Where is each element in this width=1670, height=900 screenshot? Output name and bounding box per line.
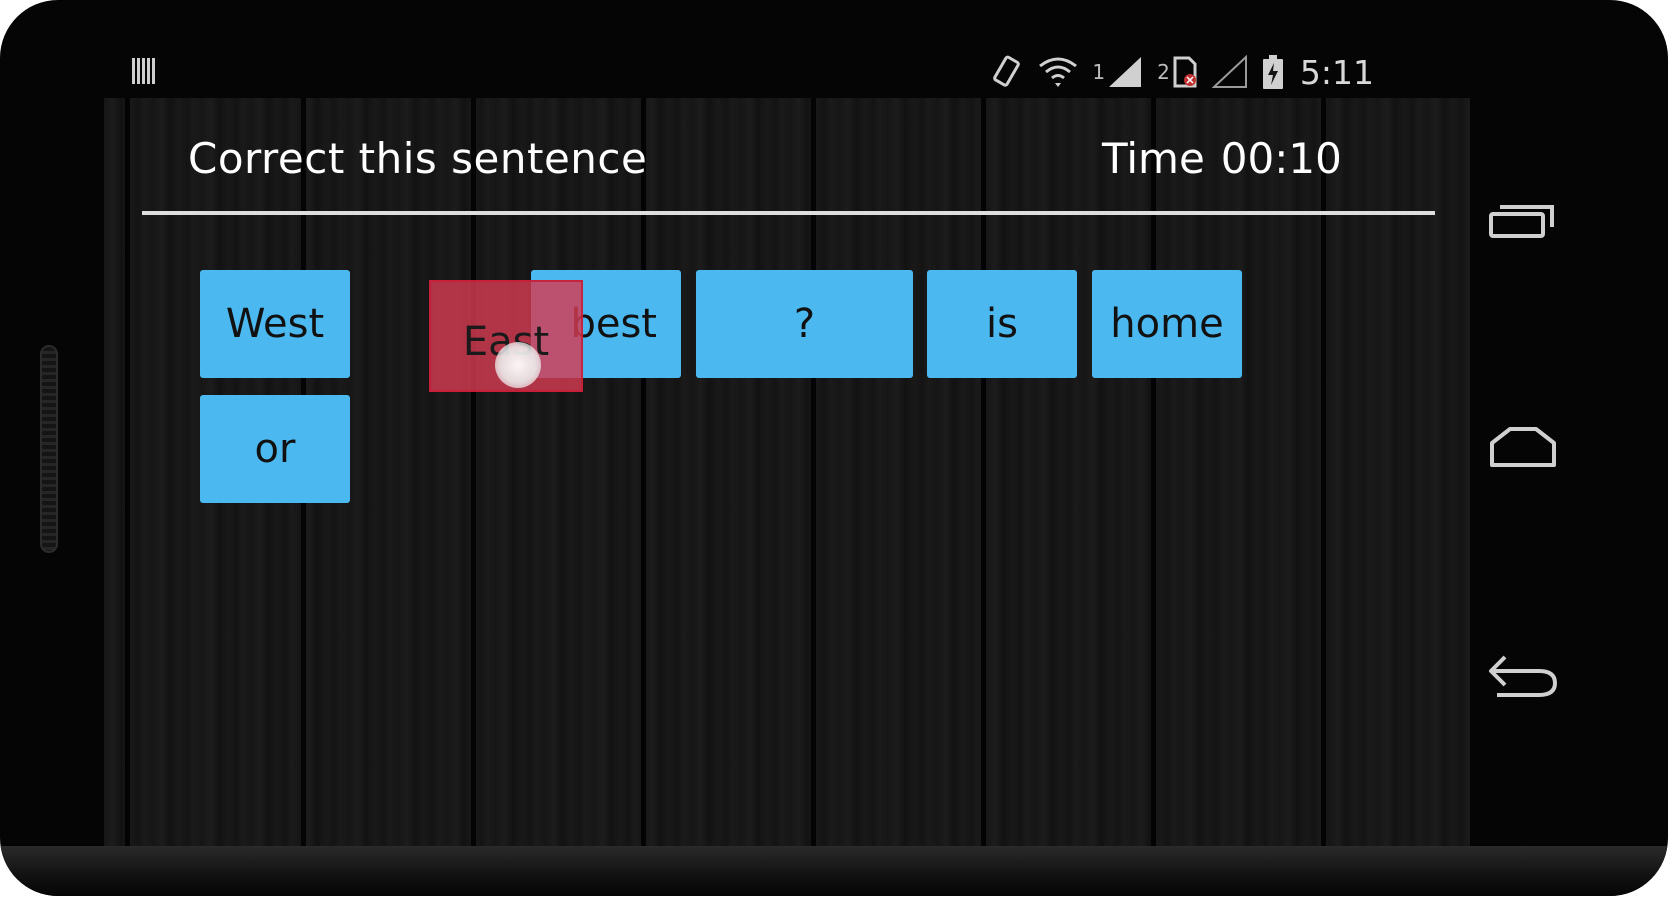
signal-empty-icon bbox=[1211, 55, 1248, 89]
barcode-icon bbox=[130, 56, 160, 86]
word-tile[interactable]: West bbox=[200, 270, 350, 378]
device-bottom-edge bbox=[0, 846, 1668, 896]
page-title: Correct this sentence bbox=[188, 134, 648, 183]
sentence-tile[interactable]: ? bbox=[696, 270, 913, 378]
screen-rotation-icon bbox=[988, 54, 1024, 90]
battery-charging-icon bbox=[1262, 54, 1284, 90]
sim1-label: 1 bbox=[1092, 60, 1106, 84]
timer: Time 00:10 bbox=[1102, 134, 1342, 183]
sentence-tile[interactable]: is bbox=[927, 270, 1077, 378]
touch-indicator bbox=[495, 342, 541, 388]
status-clock: 5:11 bbox=[1299, 52, 1374, 92]
timer-label: Time bbox=[1102, 134, 1205, 183]
sentence-tile[interactable]: home bbox=[1092, 270, 1242, 378]
timer-value: 00:10 bbox=[1220, 134, 1342, 183]
signal-icon bbox=[1107, 55, 1143, 89]
sim2-label: 2 bbox=[1157, 60, 1170, 84]
device-speaker bbox=[40, 345, 58, 553]
recent-apps-button[interactable] bbox=[1478, 186, 1568, 256]
home-button[interactable] bbox=[1478, 412, 1568, 482]
device-frame: 1 2 5:11 Correct this sentence Time 00:1… bbox=[0, 0, 1668, 896]
header-divider bbox=[142, 211, 1435, 215]
game-screen: Correct this sentence Time 00:10 West or … bbox=[104, 98, 1470, 858]
back-icon bbox=[1485, 651, 1561, 699]
wifi-icon bbox=[1038, 56, 1078, 88]
sim-icon bbox=[1172, 55, 1198, 89]
word-tile[interactable]: or bbox=[200, 395, 350, 503]
recent-apps-icon bbox=[1488, 199, 1558, 243]
status-bar: 1 2 5:11 bbox=[104, 42, 1470, 98]
back-button[interactable] bbox=[1478, 640, 1568, 710]
home-icon bbox=[1488, 425, 1558, 469]
